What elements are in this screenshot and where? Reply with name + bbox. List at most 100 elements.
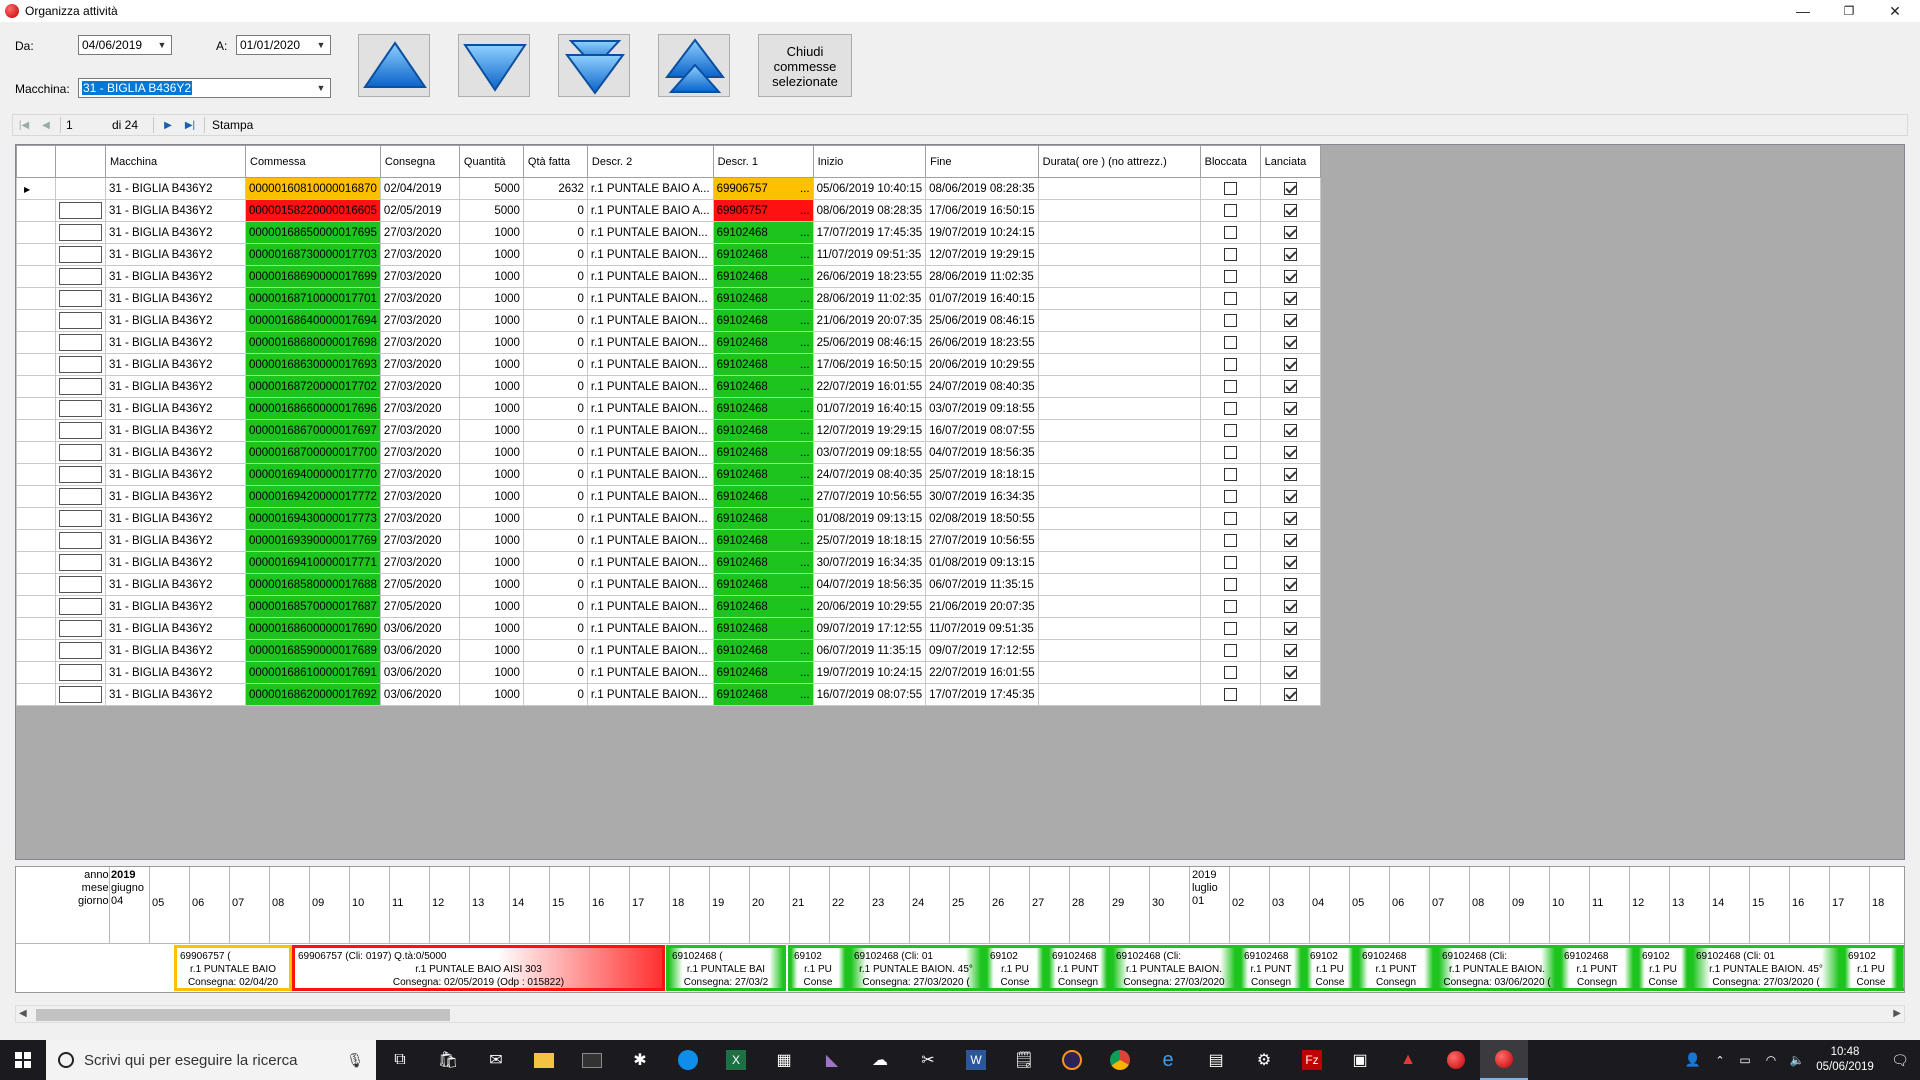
gantt-bar[interactable]: 69102468 r.1 PUNT Consegn	[1238, 945, 1304, 991]
row-edit-box[interactable]	[59, 268, 102, 285]
row-edit-box[interactable]	[59, 422, 102, 439]
minimize-button[interactable]: —	[1780, 0, 1826, 22]
cell-lanciata[interactable]	[1259, 177, 1321, 200]
wifi-icon[interactable]: ◠	[1758, 1040, 1784, 1080]
cell-bloccata[interactable]	[1199, 221, 1261, 244]
cell-lanciata[interactable]	[1259, 353, 1321, 376]
gantt-bar[interactable]: 69102 r.1 PU Conse	[1636, 945, 1690, 991]
bloccata-checkbox[interactable]	[1223, 380, 1237, 393]
table-row[interactable]: 31 - BIGLIA B436Y2 00000168690000017699 27…	[16, 265, 1321, 288]
orders-grid[interactable]: Macchina Commessa Consegna Quantità Qtà fatt…	[15, 144, 1905, 860]
row-header[interactable]	[16, 243, 56, 266]
row-header[interactable]	[16, 287, 56, 310]
gantt-bar[interactable]: 69102 r.1 PU Conse	[1842, 945, 1900, 991]
lanciata-checkbox[interactable]	[1283, 688, 1297, 701]
row-header[interactable]	[16, 353, 56, 376]
column-header-commessa[interactable]: Commessa	[245, 145, 381, 178]
cell-lanciata[interactable]	[1259, 595, 1321, 618]
position-input[interactable]	[64, 116, 112, 134]
bloccata-checkbox[interactable]	[1223, 600, 1237, 613]
row-header[interactable]	[16, 463, 56, 486]
row-edit-box[interactable]	[59, 444, 102, 461]
row-edit-box[interactable]	[59, 312, 102, 329]
da-date-picker[interactable]: 04/06/2019 ▼	[78, 35, 172, 55]
app-red-icon[interactable]	[1432, 1040, 1480, 1080]
cell-lanciata[interactable]	[1259, 529, 1321, 552]
table-row[interactable]: 31 - BIGLIA B436Y2 00000168700000017700 27…	[16, 441, 1321, 464]
cell-bloccata[interactable]	[1199, 551, 1261, 574]
cell-bloccata[interactable]	[1199, 617, 1261, 640]
table-row[interactable]: 31 - BIGLIA B436Y2 00000168600000017690 03…	[16, 617, 1321, 640]
row-edit-box[interactable]	[59, 510, 102, 527]
column-header-bloccata[interactable]: Bloccata	[1199, 145, 1261, 178]
row-select-cell[interactable]	[55, 265, 106, 288]
cell-bloccata[interactable]	[1199, 573, 1261, 596]
lanciata-checkbox[interactable]	[1283, 600, 1297, 613]
row-header[interactable]	[16, 617, 56, 640]
lanciata-checkbox[interactable]	[1283, 336, 1297, 349]
row-header[interactable]	[16, 221, 56, 244]
row-select-cell[interactable]	[55, 419, 106, 442]
row-header[interactable]	[16, 485, 56, 508]
bloccata-checkbox[interactable]	[1223, 622, 1237, 635]
table-row[interactable]: 31 - BIGLIA B436Y2 00000158220000016605 02…	[16, 199, 1321, 222]
row-header[interactable]: ▶	[16, 177, 56, 200]
lanciata-checkbox[interactable]	[1283, 556, 1297, 569]
gantt-bar[interactable]: 69906757 (r.1 PUNTALE BAIO Consegna: 02/0…	[174, 945, 292, 991]
lanciata-checkbox[interactable]	[1283, 446, 1297, 459]
column-header-descr1[interactable]: Descr. 1	[712, 145, 814, 178]
cell-lanciata[interactable]	[1259, 221, 1321, 244]
row-header[interactable]	[16, 683, 56, 706]
gantt-bar[interactable]: 69102468 r.1 PUNT Consegn	[1558, 945, 1636, 991]
gantt-bar[interactable]: 69906757 (Cli: 0197) Q.tà:0/5000 r.1 PUNT…	[292, 945, 665, 991]
row-edit-box[interactable]	[59, 576, 102, 593]
cell-bloccata[interactable]	[1199, 595, 1261, 618]
taskbar-search-box[interactable]: Scrivi qui per eseguire la ricerca 🎙	[46, 1040, 376, 1080]
first-record-icon[interactable]: |◀	[13, 115, 35, 135]
row-header[interactable]	[16, 573, 56, 596]
column-header-rowheader[interactable]	[16, 145, 56, 178]
gantt-bar[interactable]: 691r.1Cor	[1900, 945, 1904, 991]
lanciata-checkbox[interactable]	[1283, 644, 1297, 657]
cell-bloccata[interactable]	[1199, 683, 1261, 706]
row-edit-box[interactable]	[59, 400, 102, 417]
bloccata-checkbox[interactable]	[1223, 314, 1237, 327]
network-tool-icon[interactable]: ▣	[1336, 1040, 1384, 1080]
row-edit-box[interactable]	[59, 466, 102, 483]
row-edit-box[interactable]	[59, 488, 102, 505]
column-header-macchina[interactable]: Macchina	[105, 145, 246, 178]
cell-bloccata[interactable]	[1199, 661, 1261, 684]
row-header[interactable]	[16, 375, 56, 398]
table-row[interactable]: 31 - BIGLIA B436Y2 00000168640000017694 27…	[16, 309, 1321, 332]
gantt-bar[interactable]: 69102468 (Cli: r.1 PUNTALE BAION. Consegna…	[1110, 945, 1238, 991]
gantt-bar[interactable]: 69102468 (Cli: 01 r.1 PUNTALE BAION. 45° C…	[1690, 945, 1842, 991]
table-row[interactable]: 31 - BIGLIA B436Y2 00000169430000017773 27…	[16, 507, 1321, 530]
move-down-button[interactable]	[458, 34, 530, 97]
sticky-notes-icon[interactable]: 🗒	[1000, 1040, 1048, 1080]
lanciata-checkbox[interactable]	[1283, 270, 1297, 283]
tools-icon[interactable]: ✂	[904, 1040, 952, 1080]
word-icon[interactable]: W	[952, 1040, 1000, 1080]
table-row[interactable]: 31 - BIGLIA B436Y2 00000169400000017770 27…	[16, 463, 1321, 486]
horizontal-scrollbar[interactable]: ◀ ▶	[15, 1005, 1905, 1023]
gantt-bar[interactable]: 69102 r.1 PU Conse	[1304, 945, 1356, 991]
cell-lanciata[interactable]	[1259, 617, 1321, 640]
lanciata-checkbox[interactable]	[1283, 578, 1297, 591]
lanciata-checkbox[interactable]	[1283, 292, 1297, 305]
chevron-down-icon[interactable]: ▼	[314, 36, 328, 54]
lanciata-checkbox[interactable]	[1283, 424, 1297, 437]
lanciata-checkbox[interactable]	[1283, 490, 1297, 503]
cell-lanciata[interactable]	[1259, 287, 1321, 310]
last-record-icon[interactable]: ▶|	[179, 115, 201, 135]
cell-bloccata[interactable]	[1199, 441, 1261, 464]
row-select-cell[interactable]	[55, 309, 106, 332]
row-header[interactable]	[16, 529, 56, 552]
row-header[interactable]	[16, 419, 56, 442]
close-window-button[interactable]: ✕	[1872, 0, 1918, 22]
cell-lanciata[interactable]	[1259, 485, 1321, 508]
bloccata-checkbox[interactable]	[1223, 556, 1237, 569]
lanciata-checkbox[interactable]	[1283, 534, 1297, 547]
store-icon[interactable]: 🛍	[424, 1040, 472, 1080]
table-row[interactable]: 31 - BIGLIA B436Y2 00000168620000017692 03…	[16, 683, 1321, 706]
cell-bloccata[interactable]	[1199, 463, 1261, 486]
